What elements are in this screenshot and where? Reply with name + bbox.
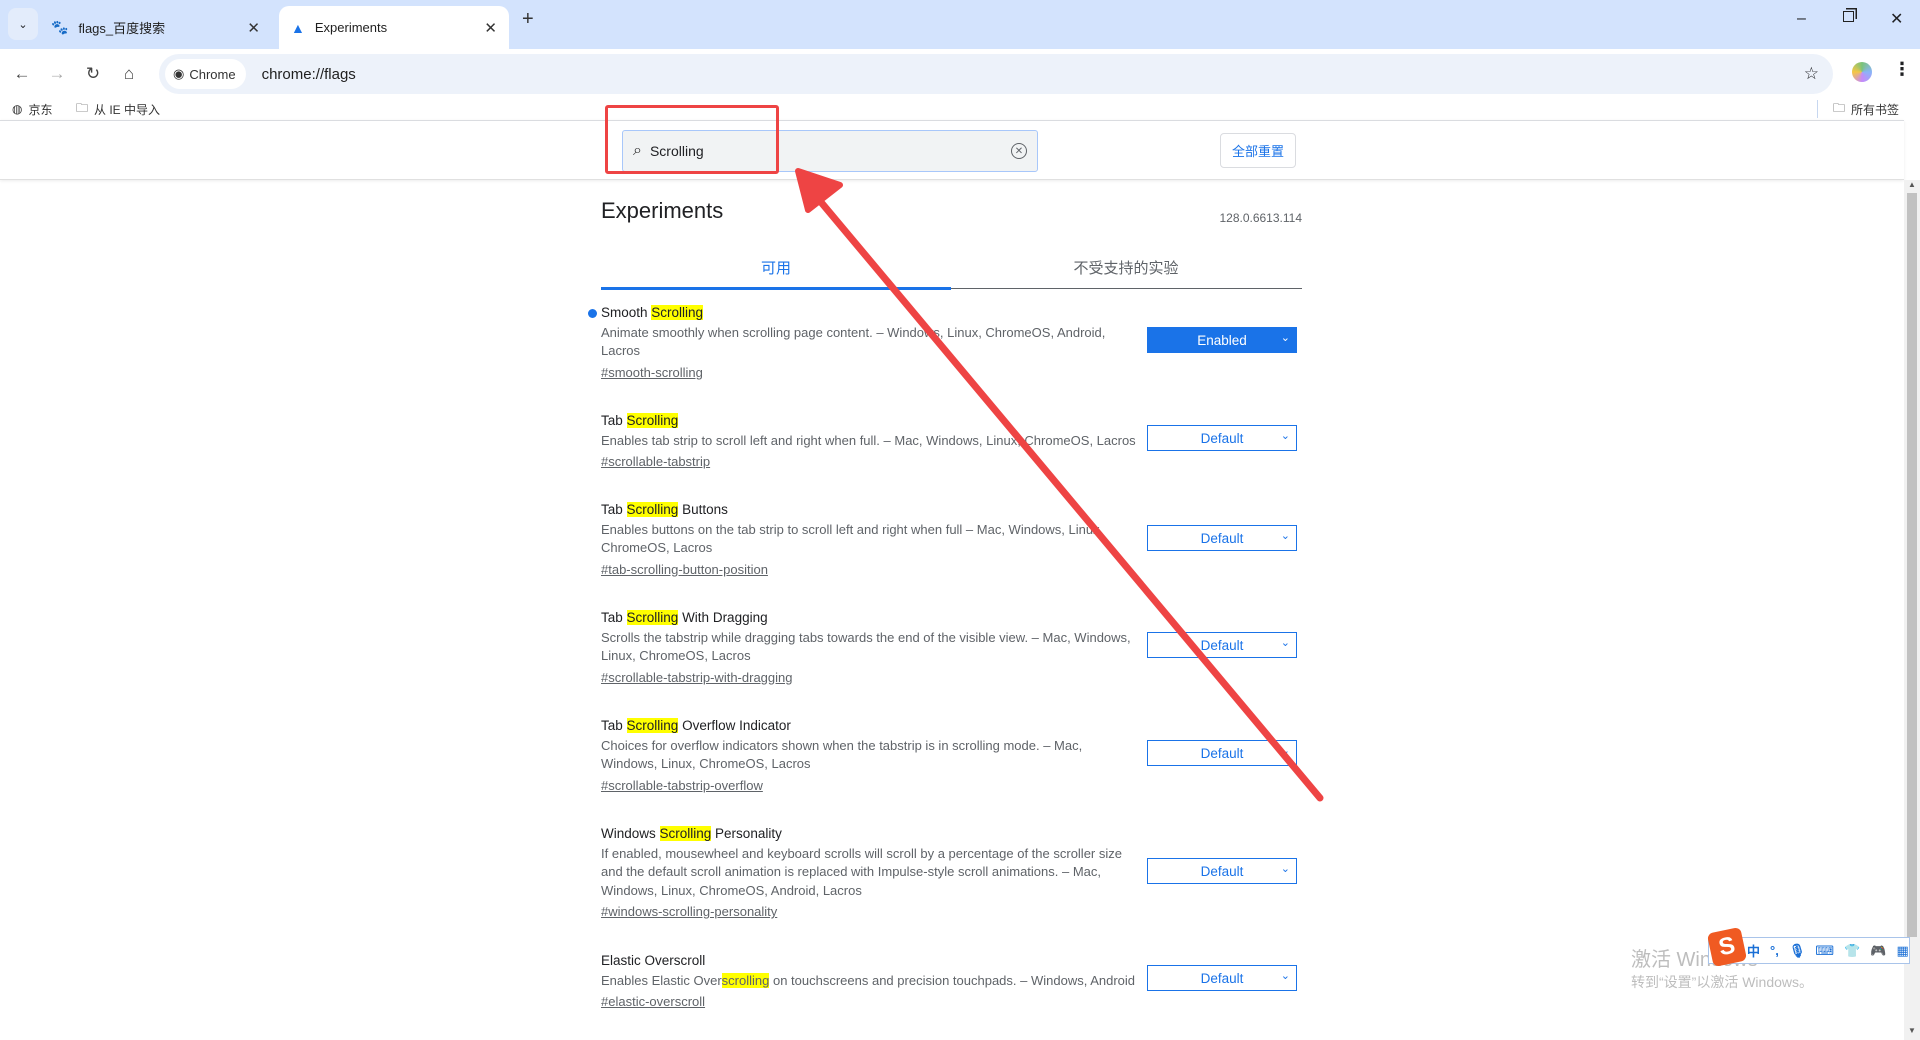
annotation-arrow — [795, 168, 1324, 802]
ime-language-toggle[interactable]: 中 — [1747, 941, 1760, 960]
ime-punctuation-toggle[interactable]: °, — [1770, 943, 1779, 958]
gamepad-icon[interactable]: 🎮 — [1870, 943, 1886, 959]
apps-grid-icon[interactable]: ▦ — [1896, 943, 1908, 959]
sogou-logo-icon[interactable]: S — [1706, 926, 1748, 968]
skin-shirt-icon[interactable]: 👕 — [1844, 943, 1860, 959]
keyboard-icon[interactable]: ⌨ — [1815, 943, 1834, 959]
activation-watermark-subtitle: 转到“设置”以激活 Windows。 — [1631, 974, 1814, 990]
microphone-icon[interactable]: 🎙 — [1789, 943, 1806, 959]
